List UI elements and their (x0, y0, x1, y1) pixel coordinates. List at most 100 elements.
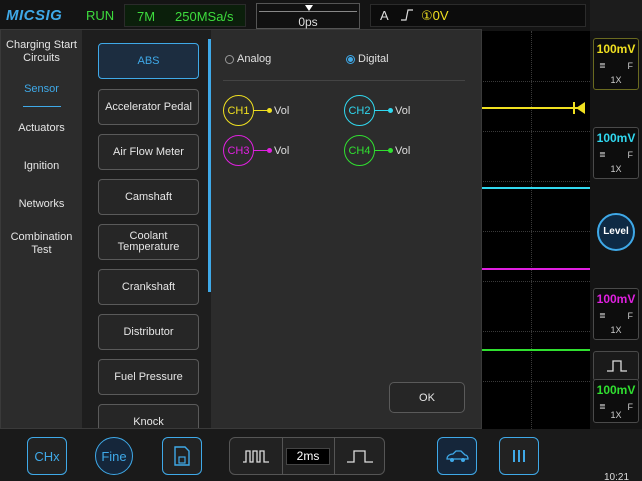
timebase-decrease-button[interactable] (230, 438, 282, 474)
timebase-value: 2ms (286, 448, 330, 465)
automotive-test-dialog: Charging Start Circuits Sensor Actuators… (0, 29, 482, 429)
ch3-signal-label: Vol (274, 144, 290, 157)
ch3-mapping[interactable]: CH3 Vol (223, 135, 289, 166)
category-actuators[interactable]: Actuators (1, 122, 82, 135)
channel-sidebar: 100mV ≣ F 1X 100mV ≣ F 1X Level 100mV ≣ … (590, 31, 642, 429)
trigger-channel-glyph: ① (421, 8, 433, 23)
ch2-mapping[interactable]: CH2 Vol (344, 95, 410, 126)
menu-button[interactable] (499, 437, 539, 475)
ch4-probe: 1X (610, 410, 622, 420)
ch2-signal-label: Vol (395, 104, 411, 117)
analog-radio-indicator (225, 54, 234, 64)
ch1-mapping[interactable]: CH1 Vol (223, 95, 289, 126)
sensor-knock-button[interactable]: Knock (98, 404, 199, 428)
trigger-source: A (380, 8, 389, 23)
digital-radio[interactable]: Digital (346, 53, 389, 65)
ch1-bandwidth-icon: ≣ (599, 61, 606, 70)
trigger-level-marker-icon (573, 102, 585, 114)
automotive-mode-button[interactable] (437, 437, 477, 475)
ch1-trace (482, 107, 578, 109)
trigger-level: ①0V (421, 8, 449, 24)
ch1-signal-label: Vol (274, 104, 290, 117)
ch2-volts: 100mV (596, 131, 636, 145)
ch2-trace (482, 187, 590, 189)
category-combination-test[interactable]: Combination Test (1, 231, 82, 257)
sensor-accelerator-pedal-button[interactable]: Accelerator Pedal (98, 89, 199, 125)
timeline-offset[interactable]: 0ps (256, 3, 360, 29)
ch1-connector (254, 108, 272, 113)
category-charging-start-circuits[interactable]: Charging Start Circuits (1, 39, 82, 65)
top-status-bar: MICSIG RUN 7M 250MSa/s 0ps A ①0V (0, 0, 590, 31)
ch2-settings-button[interactable]: 100mV ≣ F 1X (593, 127, 639, 179)
ch4-badge: CH4 (344, 135, 375, 166)
ch1-volts: 100mV (596, 42, 636, 56)
ch2-connector (375, 108, 393, 113)
category-sensor[interactable]: Sensor (1, 83, 82, 96)
acquisition-info[interactable]: 7M 250MSa/s (124, 4, 246, 27)
time-offset-value: 0ps (298, 15, 318, 29)
ch1-coupling: F (627, 61, 634, 71)
ch2-coupling: F (627, 150, 634, 160)
sensor-crankshaft-button[interactable]: Crankshaft (98, 269, 199, 305)
ch4-volts: 100mV (596, 383, 636, 397)
brand-logo: MICSIG (6, 7, 63, 24)
timebase-increase-button[interactable] (335, 438, 385, 474)
ch3-bandwidth-icon: ≣ (599, 311, 606, 320)
clock: 10:21 (604, 472, 630, 481)
save-file-icon (174, 446, 190, 466)
sensor-coolant-temperature-button[interactable]: Coolant Temperature (98, 224, 199, 260)
ch3-trace (482, 268, 590, 270)
category-networks[interactable]: Networks (1, 198, 82, 211)
analog-radio-label: Analog (237, 53, 272, 65)
ok-button[interactable]: OK (389, 382, 465, 413)
ch3-connector (254, 148, 272, 153)
bottom-toolbar: CHx Fine 2ms 10:21 (0, 429, 642, 481)
ch3-settings-button[interactable]: 100mV ≣ F 1X (593, 288, 639, 340)
active-category-underline (23, 106, 61, 107)
ch2-badge: CH2 (344, 95, 375, 126)
divider (223, 80, 465, 81)
ch4-mapping[interactable]: CH4 Vol (344, 135, 410, 166)
trigger-level-value: 0V (432, 8, 449, 23)
ch3-probe: 1X (610, 325, 622, 335)
save-button[interactable] (162, 437, 202, 475)
separator (282, 438, 283, 474)
car-icon (446, 450, 469, 462)
sensor-distributor-button[interactable]: Distributor (98, 314, 199, 350)
menu-bars-icon (513, 450, 525, 462)
ch4-connector (375, 148, 393, 153)
grid-line (531, 31, 532, 429)
sensor-abs-button[interactable]: ABS (98, 43, 199, 79)
sensor-config-panel: Analog Digital CH1 Vol CH2 Vol CH3 Vol C… (211, 30, 481, 428)
digital-radio-indicator (346, 54, 355, 64)
digital-radio-label: Digital (358, 53, 389, 65)
sensor-fuel-pressure-button[interactable]: Fuel Pressure (98, 359, 199, 395)
analog-radio[interactable]: Analog (225, 53, 271, 65)
timeline-track (259, 11, 357, 12)
level-button[interactable]: Level (597, 213, 635, 251)
sensor-list[interactable]: ABS Accelerator Pedal Air Flow Meter Cam… (82, 30, 211, 428)
trigger-info[interactable]: A ①0V (370, 4, 586, 27)
ch2-bandwidth-icon: ≣ (599, 150, 606, 159)
pulse-icon (607, 360, 627, 372)
category-list: Charging Start Circuits Sensor Actuators… (1, 30, 82, 428)
pulse-shortcut-button[interactable] (593, 351, 639, 381)
sensor-camshaft-button[interactable]: Camshaft (98, 179, 199, 215)
category-ignition[interactable]: Ignition (1, 160, 82, 173)
expand-pulse-icon (347, 450, 373, 463)
ch2-probe: 1X (610, 164, 622, 174)
compress-pulse-icon (243, 450, 269, 463)
ch1-badge: CH1 (223, 95, 254, 126)
rising-edge-icon (401, 9, 413, 21)
chx-button[interactable]: CHx (27, 437, 67, 475)
ch4-trace (482, 349, 590, 351)
memory-depth: 7M (137, 9, 156, 24)
timebase-control: 2ms (229, 437, 385, 475)
run-state-indicator[interactable]: RUN (86, 8, 114, 23)
ch4-settings-button[interactable]: 100mV ≣ F 1X (593, 379, 639, 423)
ch4-signal-label: Vol (395, 144, 411, 157)
sensor-air-flow-meter-button[interactable]: Air Flow Meter (98, 134, 199, 170)
timeline-marker-icon (305, 5, 313, 11)
ch1-settings-button[interactable]: 100mV ≣ F 1X (593, 38, 639, 90)
fine-button[interactable]: Fine (95, 437, 133, 475)
